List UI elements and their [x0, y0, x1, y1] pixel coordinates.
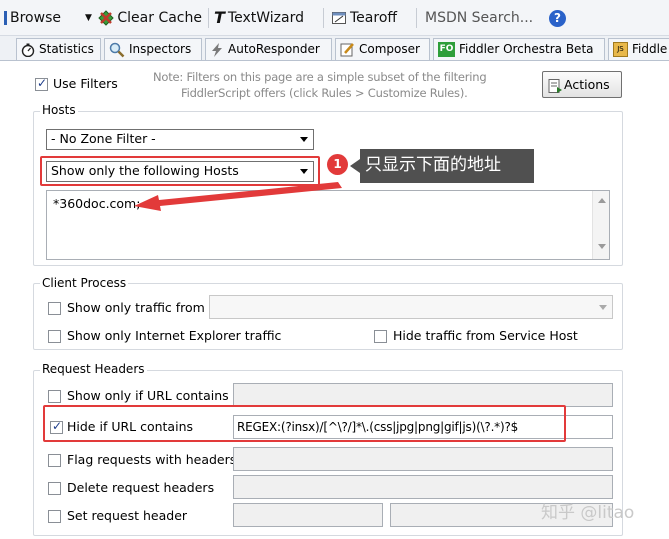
- browse-icon: [4, 11, 7, 25]
- zone-filter-select[interactable]: - No Zone Filter -: [46, 129, 314, 150]
- toolbar-separator: [323, 8, 324, 28]
- set-header-checkbox[interactable]: [48, 510, 61, 523]
- tearoff-icon: [332, 12, 346, 24]
- toolbar-separator: [416, 8, 417, 28]
- filter-note-line1: Note: Filters on this page are a simple …: [153, 70, 487, 84]
- stopwatch-icon: [21, 43, 35, 57]
- script-icon: JS: [613, 42, 628, 57]
- set-header-name-input[interactable]: [233, 503, 383, 527]
- tab-statistics[interactable]: Statistics: [16, 38, 101, 60]
- show-if-url-label: Show only if URL contains: [67, 388, 229, 403]
- set-header-label: Set request header: [67, 508, 188, 523]
- show-only-traffic-from-label: Show only traffic from: [67, 300, 205, 315]
- actions-button[interactable]: Actions: [542, 71, 622, 98]
- annotation-callout-text: 只显示下面的地址: [365, 155, 501, 175]
- tab-autoresponder[interactable]: AutoResponder: [205, 38, 332, 60]
- actions-icon: [548, 78, 562, 93]
- show-only-traffic-from-checkbox[interactable]: [48, 302, 61, 315]
- chevron-down-icon: [300, 137, 308, 142]
- annotation-number-badge: 1: [327, 154, 348, 175]
- inspectors-icon: [109, 42, 125, 57]
- browse-button[interactable]: Browse: [4, 9, 61, 27]
- tab-strip: Statistics Inspectors AutoResponder Comp…: [0, 36, 669, 61]
- lightning-icon: [212, 42, 222, 57]
- tearoff-button[interactable]: Tearoff: [331, 9, 397, 27]
- toolbar-separator: [208, 8, 209, 28]
- client-process-group-title: Client Process: [40, 276, 129, 290]
- help-icon[interactable]: ?: [549, 10, 566, 27]
- scroll-down-icon[interactable]: [598, 244, 606, 249]
- toolbar: Browse ▼ Clear Cache T TextWizard Tearoff…: [0, 0, 669, 36]
- watermark: 知乎 @litao: [541, 503, 635, 523]
- filter-note-line2: FiddlerScript offers (click Rules > Cust…: [181, 86, 468, 100]
- delete-headers-label: Delete request headers: [67, 480, 215, 495]
- host-list-scrollbar[interactable]: [592, 191, 609, 259]
- use-filters-label: Use Filters: [53, 76, 118, 91]
- composer-icon: [340, 43, 354, 57]
- show-only-ie-label: Show only Internet Explorer traffic: [67, 328, 282, 343]
- text-wizard-icon: T: [214, 8, 225, 27]
- msdn-search-box[interactable]: MSDN Search...: [425, 9, 533, 27]
- host-list-text: *360doc.com;: [53, 196, 141, 211]
- tab-fiddler-orchestra[interactable]: FO Fiddler Orchestra Beta: [433, 38, 605, 60]
- tab-composer[interactable]: Composer: [335, 38, 430, 60]
- scroll-up-icon[interactable]: [598, 198, 606, 203]
- hide-service-host-checkbox[interactable]: [374, 330, 387, 343]
- hosts-group-title: Hosts: [40, 103, 78, 117]
- dropdown-arrow-icon: ▼: [85, 13, 92, 23]
- annotation-arrow: [134, 182, 342, 211]
- hide-service-host-label: Hide traffic from Service Host: [393, 328, 578, 343]
- flag-with-headers-input[interactable]: [233, 447, 613, 471]
- use-filters-checkbox[interactable]: [35, 76, 48, 91]
- delete-headers-checkbox[interactable]: [48, 482, 61, 495]
- request-headers-group-title: Request Headers: [40, 362, 147, 376]
- process-select[interactable]: [209, 295, 613, 319]
- clear-cache-icon: [98, 10, 115, 26]
- text-wizard-button[interactable]: T TextWizard: [214, 9, 304, 27]
- flag-with-headers-checkbox[interactable]: [48, 454, 61, 467]
- show-if-url-input[interactable]: [233, 383, 613, 407]
- tab-inspectors[interactable]: Inspectors: [104, 38, 202, 60]
- delete-headers-input[interactable]: [233, 475, 613, 499]
- show-if-url-checkbox[interactable]: [48, 390, 61, 403]
- clear-cache-button[interactable]: ▼ Clear Cache: [85, 9, 202, 27]
- chevron-down-icon: [599, 305, 607, 310]
- show-only-ie-checkbox[interactable]: [48, 330, 61, 343]
- highlight-box-hide-if-url: [43, 405, 566, 442]
- fo-badge-icon: FO: [438, 42, 455, 57]
- tab-fiddlescript[interactable]: JS Fiddle: [608, 38, 669, 60]
- flag-with-headers-label: Flag requests with headers: [67, 452, 237, 467]
